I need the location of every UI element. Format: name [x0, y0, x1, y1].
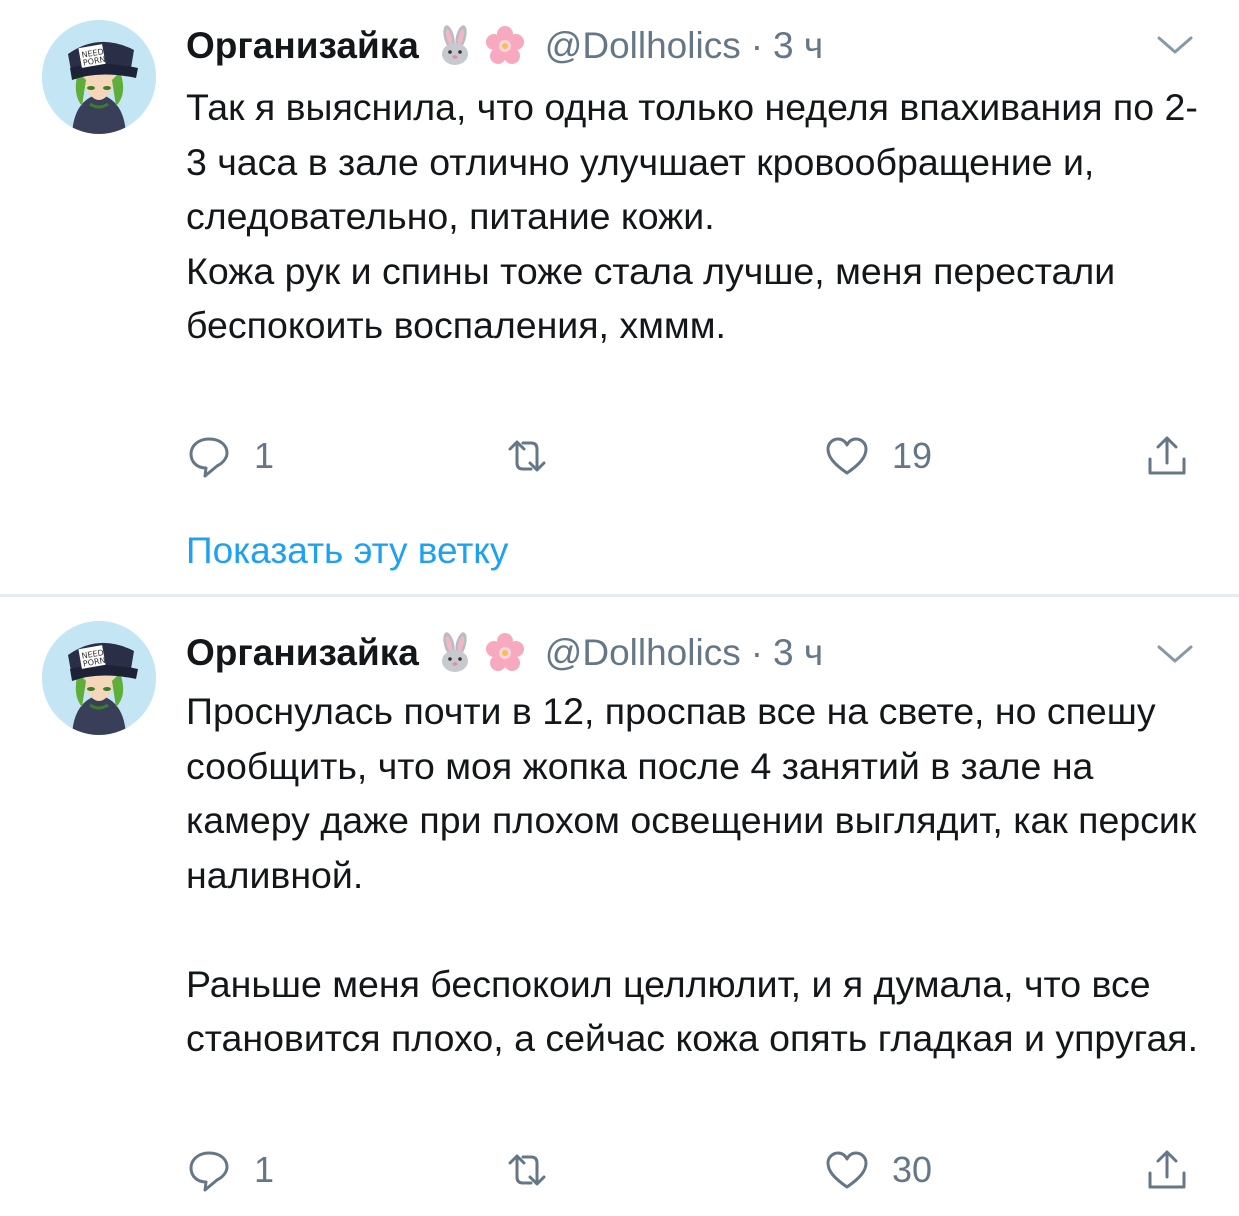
like-button[interactable]: 30 [824, 1147, 932, 1193]
separator-dot: · [750, 25, 764, 66]
tweet-paragraph: Так я выяснила, что одна только неделя в… [186, 86, 1198, 237]
like-icon [826, 1151, 868, 1189]
tweet-text: Так я выяснила, что одна только неделя в… [186, 80, 1216, 353]
cherry-blossom-emoji-icon [483, 631, 527, 675]
tweet-actions: 1 19 [186, 433, 1206, 483]
retweet-icon [508, 1154, 546, 1186]
like-icon [826, 437, 868, 475]
author-handle[interactable]: @Dollholics [545, 632, 741, 674]
rabbit-emoji-icon [433, 24, 477, 68]
tweet-time[interactable]: 3 ч [773, 25, 823, 67]
tweet-paragraph: Кожа рук и спины тоже стала лучше, меня … [186, 249, 1116, 347]
author-name[interactable]: Организайка [186, 25, 419, 67]
retweet-icon [508, 440, 546, 472]
tweet-2[interactable]: NEED PORN Организайка @Dollholics · 3 ч … [0, 597, 1239, 1216]
tweet-paragraph-blank [186, 902, 1216, 957]
retweet-button[interactable] [504, 433, 572, 479]
tweet-paragraph: Раньше меня беспокоил целлюлит, и я дума… [186, 962, 1199, 1060]
avatar[interactable]: NEED PORN [42, 621, 156, 735]
separator-dot: · [750, 632, 764, 673]
cherry-blossom-emoji-icon [483, 24, 527, 68]
chevron-down-icon[interactable] [1155, 30, 1195, 60]
tweet-time[interactable]: 3 ч [773, 632, 823, 674]
show-thread-link[interactable]: Показать эту ветку [186, 530, 508, 572]
share-icon [1148, 436, 1186, 475]
avatar[interactable]: NEED PORN [42, 20, 156, 134]
author-handle[interactable]: @Dollholics [545, 25, 741, 67]
tweet-actions: 1 30 [186, 1147, 1206, 1197]
reply-button[interactable]: 1 [186, 1147, 274, 1193]
tweet-header: Организайка @Dollholics · 3 ч [186, 21, 823, 71]
tweet-paragraph: Проснулась почти в 12, проспав все на св… [186, 690, 1197, 896]
like-count: 30 [892, 1149, 933, 1190]
reply-count: 1 [254, 1149, 275, 1190]
reply-icon [189, 437, 229, 478]
tweet-text: Проснулась почти в 12, проспав все на св… [186, 684, 1216, 1066]
reply-button[interactable]: 1 [186, 433, 274, 479]
tweet-1[interactable]: NEED PORN Организайка @Dollholics · 3 ч … [0, 0, 1239, 596]
chevron-down-icon[interactable] [1155, 639, 1195, 669]
like-count: 19 [892, 435, 933, 476]
tweet-header: Организайка @Dollholics · 3 ч [186, 628, 823, 678]
reply-count: 1 [254, 435, 275, 476]
share-button[interactable] [1144, 1147, 1190, 1193]
reply-icon [189, 1151, 229, 1192]
like-button[interactable]: 19 [824, 433, 932, 479]
share-button[interactable] [1144, 433, 1190, 479]
retweet-button[interactable] [504, 1147, 572, 1193]
share-icon [1148, 1150, 1186, 1189]
rabbit-emoji-icon [433, 631, 477, 675]
author-name[interactable]: Организайка [186, 632, 419, 674]
